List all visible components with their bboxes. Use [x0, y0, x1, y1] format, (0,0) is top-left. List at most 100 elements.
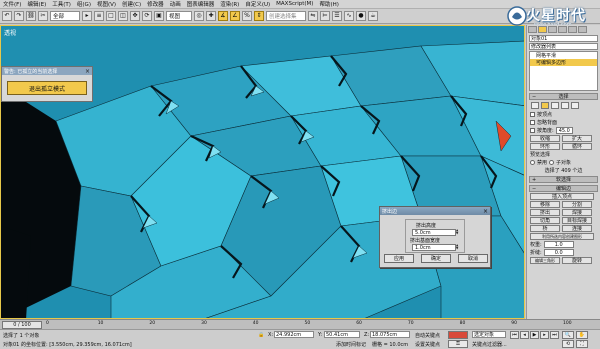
- next-frame-icon[interactable]: ▸: [540, 331, 549, 339]
- set-key-button[interactable]: ⚿: [448, 340, 468, 348]
- unlink-icon[interactable]: ✂: [38, 11, 48, 21]
- material-editor-icon[interactable]: ●: [356, 11, 366, 21]
- menu-item[interactable]: 渲染(R): [220, 0, 239, 8]
- manipulate-icon[interactable]: ✚: [206, 11, 216, 21]
- redo-icon[interactable]: ↷: [14, 11, 24, 21]
- close-icon[interactable]: ×: [483, 208, 488, 215]
- region-select-icon[interactable]: □: [106, 11, 116, 21]
- menu-item[interactable]: 动画: [170, 0, 181, 8]
- render-icon[interactable]: ☕: [368, 11, 378, 21]
- key-filter-button[interactable]: 关键点过滤器...: [472, 341, 507, 348]
- ring-button[interactable]: 环形: [530, 143, 560, 150]
- tab-modify[interactable]: [538, 26, 547, 33]
- time-slider[interactable]: 0 / 100: [2, 320, 42, 329]
- preview-subobj-radio[interactable]: [549, 160, 555, 165]
- menu-item[interactable]: 帮助(H): [319, 0, 338, 8]
- perspective-viewport[interactable]: 透视 警告: 已孤立的当前选择 × 退出孤立模式 挤出边 × 挤出高度 5.0c…: [0, 25, 525, 319]
- selection-rollout[interactable]: − 选择: [529, 93, 598, 100]
- extrude-dialog-titlebar[interactable]: 挤出边 ×: [380, 207, 490, 215]
- ignore-backfacing-row[interactable]: 忽略背面: [530, 119, 597, 126]
- weight-spinner[interactable]: 1.0: [543, 241, 574, 248]
- auto-key-button[interactable]: [448, 331, 468, 339]
- layer-icon[interactable]: ☰: [332, 11, 342, 21]
- menu-item[interactable]: 编辑(E): [27, 0, 46, 8]
- percent-snap-icon[interactable]: %: [242, 11, 252, 21]
- orbit-icon[interactable]: ⟲: [562, 340, 574, 348]
- target-weld-button[interactable]: 目标焊接: [562, 217, 592, 224]
- insert-vertex-button[interactable]: 插入顶点: [530, 193, 594, 200]
- bridge-button[interactable]: 桥: [530, 225, 560, 232]
- apply-button[interactable]: 应用: [384, 254, 414, 263]
- reference-coord-dropdown[interactable]: 视图: [166, 11, 192, 21]
- vertex-level-icon[interactable]: [531, 102, 539, 109]
- ok-button[interactable]: 确定: [421, 254, 451, 263]
- cancel-button[interactable]: 取消: [458, 254, 488, 263]
- zoom-icon[interactable]: 🔍: [562, 331, 574, 339]
- menu-item[interactable]: 创建(C): [122, 0, 141, 8]
- angle-snap-icon[interactable]: ∠: [230, 11, 240, 21]
- extrude-width-spinner[interactable]: 1.0cm ▲ ▼: [412, 244, 458, 251]
- preview-off-radio[interactable]: [530, 160, 535, 165]
- close-icon[interactable]: ×: [85, 68, 90, 75]
- edge-level-icon[interactable]: [541, 102, 549, 109]
- mirror-icon[interactable]: ⇋: [308, 11, 318, 21]
- border-level-icon[interactable]: [551, 102, 559, 109]
- stack-item-editable-poly[interactable]: 可编辑多边形: [530, 59, 597, 66]
- menu-item[interactable]: 文件(F): [3, 0, 21, 8]
- exit-isolation-button[interactable]: 退出孤立模式: [7, 81, 87, 95]
- modifier-list-dropdown[interactable]: 修改器列表: [529, 43, 598, 50]
- extrude-button[interactable]: 挤出: [530, 209, 560, 216]
- selected-dropdown[interactable]: 选定对象: [472, 331, 506, 338]
- rotate-icon[interactable]: ⟳: [142, 11, 152, 21]
- window-crossing-icon[interactable]: ◫: [118, 11, 128, 21]
- by-vertex-row[interactable]: 按顶点: [530, 111, 597, 118]
- align-icon[interactable]: ⊨: [320, 11, 330, 21]
- element-level-icon[interactable]: [571, 102, 579, 109]
- tab-motion[interactable]: [558, 26, 567, 33]
- tab-hierarchy[interactable]: [548, 26, 557, 33]
- extrude-height-spinner[interactable]: 5.0cm ▲ ▼: [412, 229, 458, 236]
- y-coordinate-field[interactable]: 50.41cm: [324, 331, 360, 338]
- link-icon[interactable]: ⛓: [26, 11, 36, 21]
- object-name-field[interactable]: 对象01: [529, 35, 598, 42]
- menu-item[interactable]: 图表编辑器: [187, 0, 215, 8]
- viewport-label[interactable]: 透视: [4, 28, 16, 37]
- grow-button[interactable]: 扩大: [562, 135, 592, 142]
- go-to-start-icon[interactable]: ⏮: [510, 331, 519, 339]
- shrink-button[interactable]: 收缩: [530, 135, 560, 142]
- select-object-icon[interactable]: ▸: [82, 11, 92, 21]
- tab-display[interactable]: [568, 26, 577, 33]
- select-by-name-icon[interactable]: ≡: [94, 11, 104, 21]
- spinner-snap-icon[interactable]: ⇕: [254, 11, 264, 21]
- by-angle-row[interactable]: 按角度: 45.0: [530, 127, 597, 134]
- menu-item[interactable]: 修改器: [147, 0, 164, 8]
- menu-item[interactable]: 自定义(U): [245, 0, 270, 8]
- loop-button[interactable]: 循环: [562, 143, 592, 150]
- x-coordinate-field[interactable]: 24.992cm: [274, 331, 314, 338]
- stack-item-meshsmooth[interactable]: 网格平滑: [530, 52, 597, 59]
- soft-selection-rollout[interactable]: + 软选择: [529, 176, 598, 183]
- connect-button[interactable]: 连接: [562, 225, 592, 232]
- crease-spinner[interactable]: 0.0: [543, 249, 574, 256]
- add-time-tag[interactable]: 添加时间标记: [336, 341, 366, 348]
- timeline[interactable]: 0 / 100 0 10 20 30 40 50 60 70 80 90 100: [0, 319, 600, 329]
- edit-triangulation-button[interactable]: 编辑三角形: [530, 257, 560, 264]
- maximize-viewport-icon[interactable]: ⛶: [576, 340, 588, 348]
- remove-button[interactable]: 移除: [530, 201, 560, 208]
- lock-icon[interactable]: 🔒: [258, 332, 264, 338]
- go-to-end-icon[interactable]: ⏭: [550, 331, 559, 339]
- snap-icon[interactable]: ∡: [218, 11, 228, 21]
- angle-value[interactable]: 45.0: [555, 127, 573, 134]
- polygon-level-icon[interactable]: [561, 102, 569, 109]
- move-icon[interactable]: ✥: [130, 11, 140, 21]
- create-shape-button[interactable]: 利用所选内容创建图形: [530, 233, 594, 240]
- pivot-icon[interactable]: ◎: [194, 11, 204, 21]
- undo-icon[interactable]: ↶: [2, 11, 12, 21]
- tab-create[interactable]: [528, 26, 537, 33]
- isolate-warning-titlebar[interactable]: 警告: 已孤立的当前选择 ×: [2, 67, 92, 75]
- named-selection-field[interactable]: 创建选择集: [266, 11, 306, 21]
- prev-frame-icon[interactable]: ◂: [520, 331, 529, 339]
- turn-button[interactable]: 旋转: [562, 257, 592, 264]
- pan-icon[interactable]: ✋: [576, 331, 588, 339]
- selection-filter-dropdown[interactable]: 全部: [50, 11, 80, 21]
